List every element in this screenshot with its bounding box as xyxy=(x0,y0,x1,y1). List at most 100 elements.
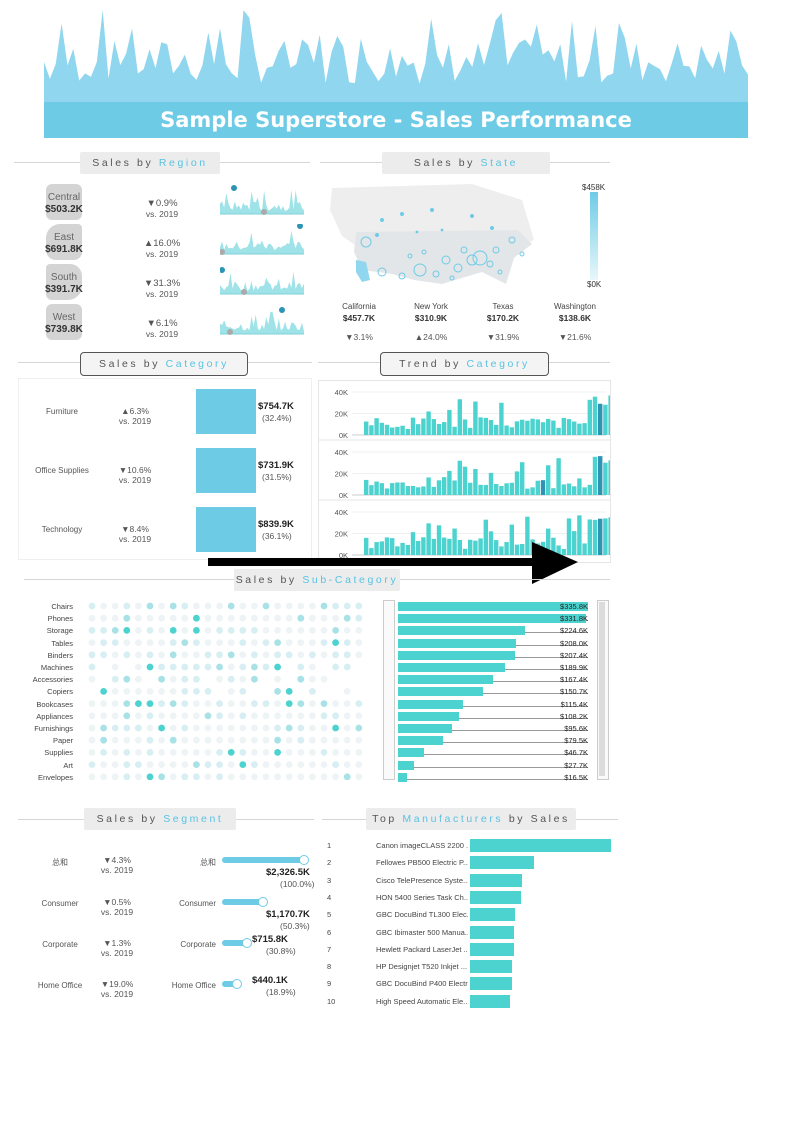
trend-bar xyxy=(364,479,369,495)
subcategory-dot xyxy=(285,773,293,780)
subcategory-bar[interactable] xyxy=(398,711,460,721)
subcategory-dot xyxy=(239,773,247,780)
trend-tick-label: 20K xyxy=(335,410,348,419)
region-sparkline[interactable] xyxy=(220,264,306,298)
subcategory-dot xyxy=(135,736,142,744)
subcategory-dot xyxy=(88,700,96,707)
category-bar[interactable] xyxy=(196,389,256,434)
subcategory-bar[interactable] xyxy=(398,724,453,733)
subcategory-dot xyxy=(227,663,235,671)
category-vs: vs. 2019 xyxy=(118,475,152,485)
subcategory-name: Furnishings xyxy=(34,724,73,733)
segment-bar-label: Home Office xyxy=(171,981,216,990)
trend-chart[interactable]: 40K20K0K40K20K0K40K20K0K xyxy=(318,380,610,562)
state-dot xyxy=(470,214,474,218)
subcategory-dot xyxy=(181,700,189,707)
subcategory-bar[interactable] xyxy=(398,638,516,648)
subcategory-bar[interactable] xyxy=(398,736,443,746)
segment-bar-end xyxy=(299,855,309,865)
subcategory-dot xyxy=(88,773,96,780)
subcategory-dot xyxy=(100,761,107,768)
region-sparkline[interactable] xyxy=(220,304,306,338)
region-sparkline[interactable] xyxy=(220,184,306,218)
subcategory-dot xyxy=(204,614,212,622)
segment-bar[interactable] xyxy=(222,857,304,863)
subcategory-bar[interactable] xyxy=(398,626,526,636)
legend-gradient xyxy=(590,192,598,280)
trend-bar xyxy=(556,427,561,435)
subcategory-bar[interactable] xyxy=(398,748,425,758)
category-change: ▼8.4% xyxy=(121,524,149,534)
category-pct: (32.4%) xyxy=(262,413,292,423)
manufacturer-bar[interactable] xyxy=(470,994,510,1008)
trend-bar xyxy=(462,466,468,495)
subcategory-dot xyxy=(123,761,131,768)
trend-bar xyxy=(410,485,416,495)
sparkline-max-point xyxy=(279,307,285,313)
subcategory-dot xyxy=(297,773,305,780)
subcategory-dot xyxy=(123,749,131,756)
subcategory-dot xyxy=(111,651,119,659)
subcategory-dot xyxy=(332,663,339,671)
manufacturer-bar[interactable] xyxy=(470,873,523,887)
state-name: Washington xyxy=(554,302,596,311)
segment-change: ▼0.5% xyxy=(103,897,131,907)
manufacturer-bar[interactable] xyxy=(470,960,513,974)
manufacturer-bar[interactable] xyxy=(470,977,513,991)
subcategory-dot xyxy=(158,688,165,695)
manufacturer-bar[interactable] xyxy=(470,925,514,939)
subcategory-dot xyxy=(216,614,224,622)
subcategory-dot xyxy=(88,627,96,634)
subcategory-dot xyxy=(204,688,212,695)
manufacturer-bar[interactable] xyxy=(470,908,516,922)
subcategory-bar[interactable] xyxy=(398,675,493,685)
subcategory-bar[interactable] xyxy=(398,772,408,782)
subcategory-dot xyxy=(320,773,328,780)
subcategory-dot xyxy=(227,700,235,707)
trend-bar xyxy=(374,481,379,495)
subcategory-dot xyxy=(343,749,351,756)
pill-accent: State xyxy=(480,157,519,169)
category-value: $839.9K xyxy=(258,519,294,530)
legend-max: $458K xyxy=(582,183,606,192)
subcategory-bar[interactable] xyxy=(398,650,516,660)
subcategory-dot xyxy=(123,773,131,780)
manufacturer-bar[interactable] xyxy=(470,856,534,870)
manufacturer-bar[interactable] xyxy=(470,890,521,904)
trend-tick-label: 40K xyxy=(335,448,348,457)
segment-bar[interactable] xyxy=(222,899,264,905)
subcategory-bar[interactable] xyxy=(398,687,484,697)
trend-bar xyxy=(379,483,384,495)
scrollbar-left[interactable] xyxy=(383,600,395,780)
subcategory-bar[interactable] xyxy=(398,663,506,672)
state-map[interactable] xyxy=(322,180,538,290)
trend-bar xyxy=(468,427,473,435)
scrollbar-thumb[interactable] xyxy=(599,602,605,776)
subcategory-bar[interactable] xyxy=(398,699,464,709)
subcategory-bar[interactable] xyxy=(398,760,414,770)
subcategory-dot xyxy=(262,761,270,768)
subcategory-dot xyxy=(297,675,305,683)
trend-bar xyxy=(504,425,509,435)
subcategory-dot xyxy=(227,627,235,634)
subcategory-dot xyxy=(320,749,328,756)
manufacturer-bar[interactable] xyxy=(470,942,514,956)
pill-accent: Sub-Category xyxy=(302,574,399,586)
region-pill: Sales by Region xyxy=(80,152,220,174)
trend-bar xyxy=(587,399,592,435)
subcategory-dot-matrix[interactable] xyxy=(86,600,370,780)
subcategory-dot xyxy=(181,773,189,780)
trend-bar xyxy=(384,424,390,435)
subcategory-dot xyxy=(227,724,235,732)
region-sparkline[interactable] xyxy=(220,224,306,258)
subcategory-dot xyxy=(239,663,247,671)
subcategory-dot xyxy=(309,688,316,695)
subcategory-dot xyxy=(158,761,165,768)
subcategory-dot xyxy=(343,724,351,732)
subcategory-dot xyxy=(135,749,142,756)
manufacturer-bar[interactable] xyxy=(470,839,611,852)
manufacturer-rank: 2 xyxy=(327,858,332,868)
category-bar[interactable] xyxy=(196,448,256,493)
subcategory-value: $207.4K xyxy=(560,650,588,660)
segment-bar-end xyxy=(258,897,269,907)
